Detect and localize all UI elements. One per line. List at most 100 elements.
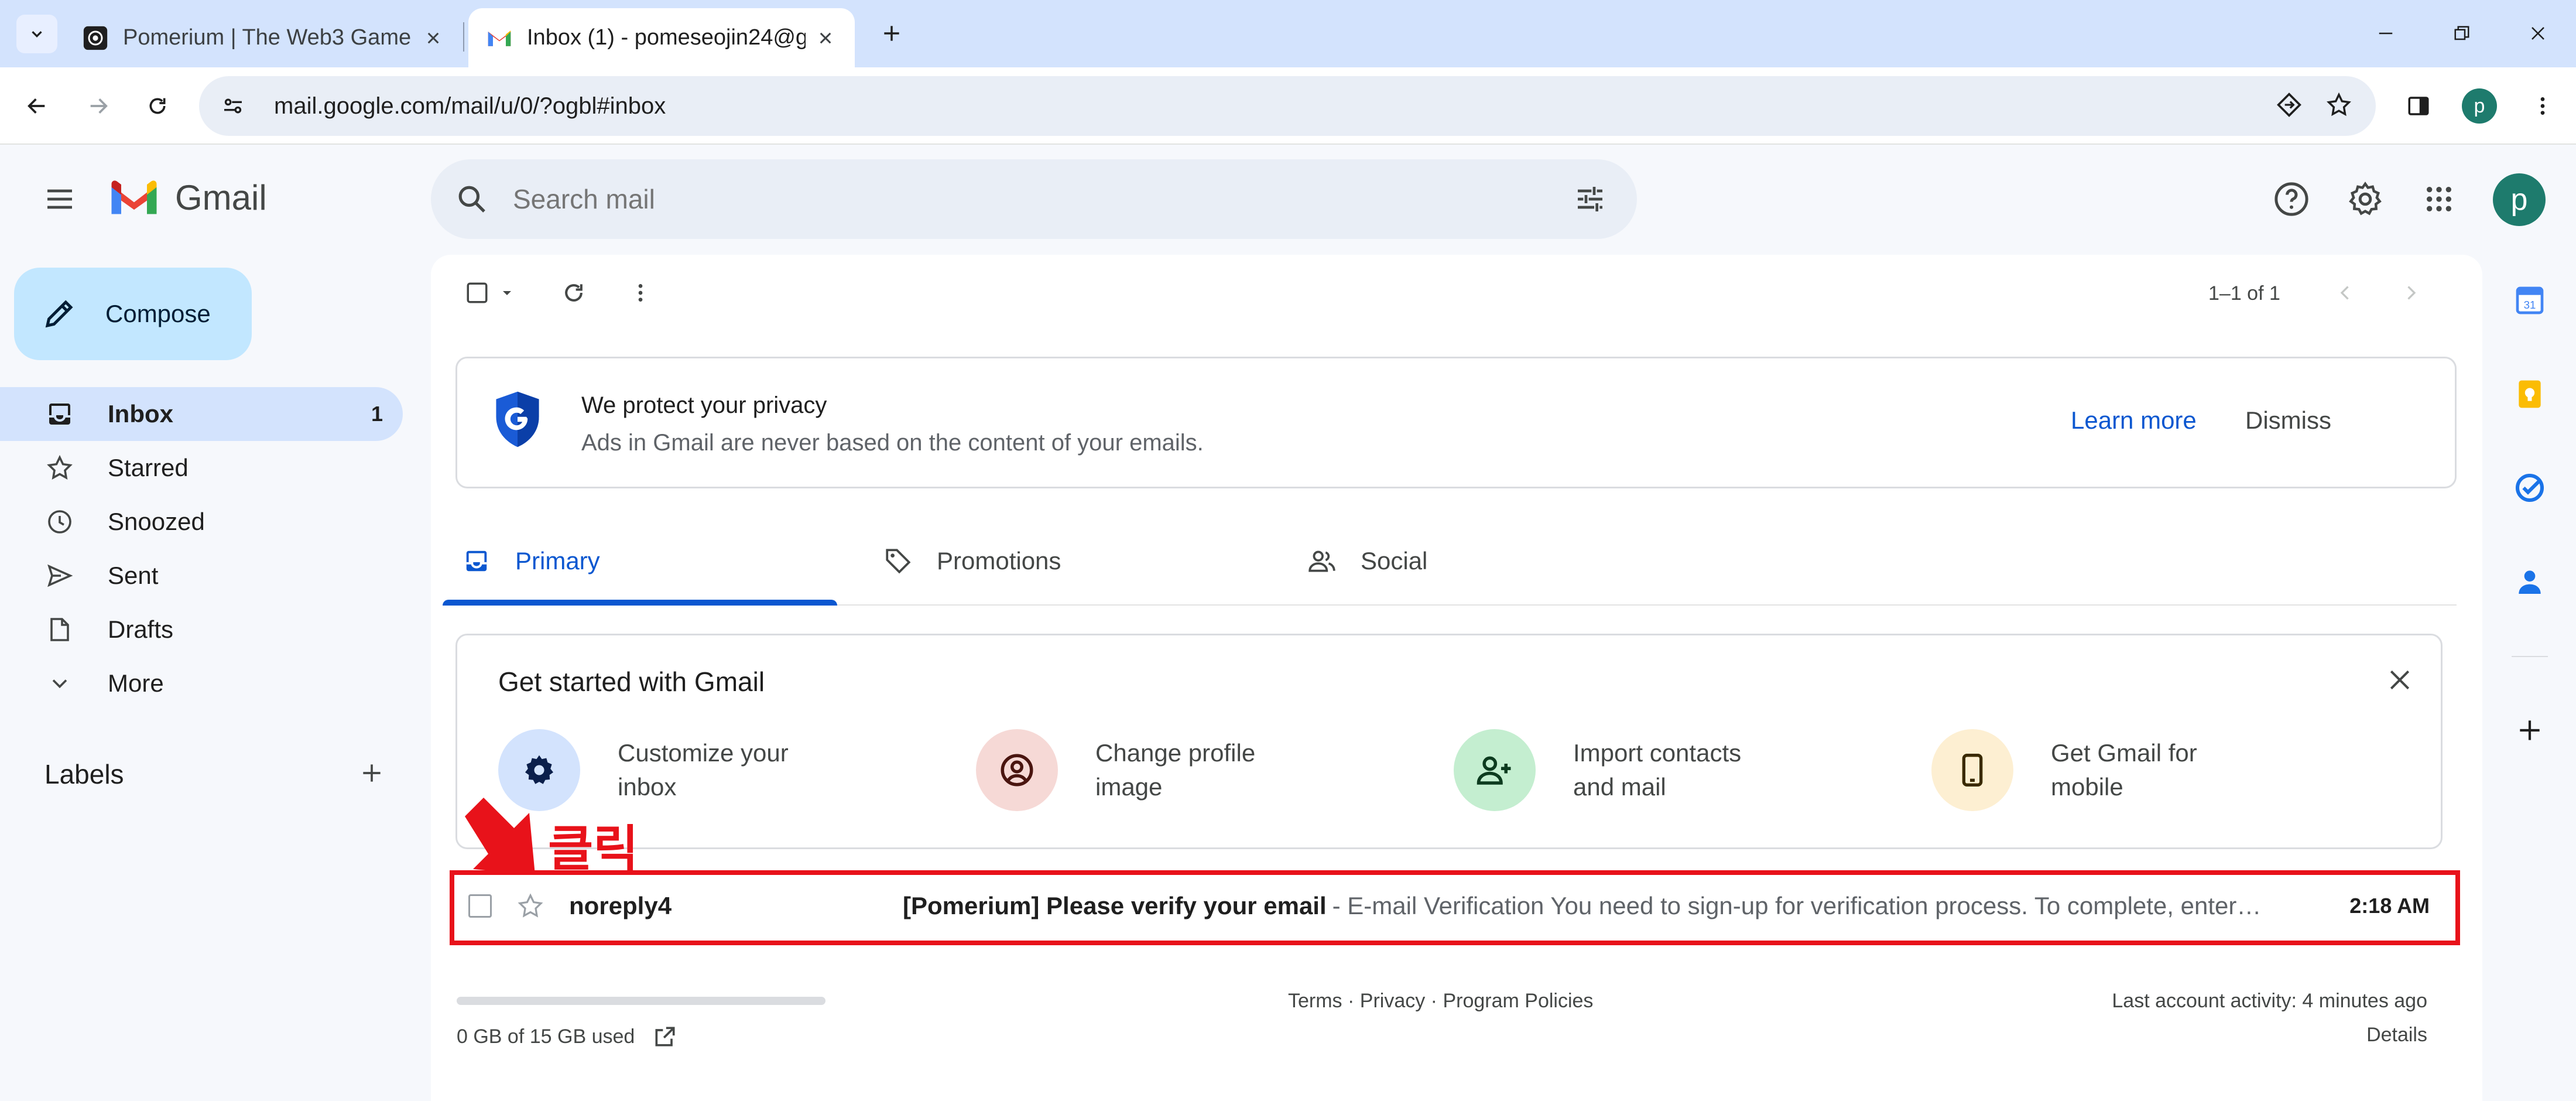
- gmail-logo[interactable]: Gmail: [108, 177, 267, 218]
- older-button[interactable]: [2393, 275, 2428, 310]
- tab-primary[interactable]: Primary: [459, 515, 600, 607]
- select-all-checkbox[interactable]: [457, 275, 498, 310]
- hamburger-icon: [47, 189, 72, 209]
- compose-label: Compose: [105, 300, 211, 327]
- customize-inbox-item[interactable]: Customize your inbox: [498, 729, 828, 811]
- browser-tab-pomerium[interactable]: Pomerium | The Web3 Game P ×: [64, 8, 463, 67]
- details-link[interactable]: Details: [2366, 1024, 2427, 1047]
- sidebar-item-snoozed[interactable]: Snoozed: [0, 495, 403, 549]
- get-started-label: Get Gmail for mobile: [2051, 736, 2262, 804]
- minimize-button[interactable]: [2359, 13, 2412, 54]
- bookmark-star-icon[interactable]: [2325, 91, 2352, 121]
- label-line: inbox: [618, 773, 677, 801]
- browser-tab-inbox[interactable]: Inbox (1) - pomeseojin24@gm ×: [468, 8, 855, 67]
- plus-icon: [363, 764, 381, 782]
- email-row[interactable]: noreply4 [Pomerium] Please verify your e…: [451, 869, 2459, 943]
- support-button[interactable]: [2268, 176, 2315, 223]
- sidebar-item-label: Sent: [108, 562, 159, 589]
- dismiss-button[interactable]: Dismiss: [2245, 406, 2331, 435]
- back-button[interactable]: [18, 87, 56, 125]
- tasks-app-icon[interactable]: [2509, 467, 2550, 508]
- keep-app-icon[interactable]: [2509, 374, 2550, 415]
- sidebar-item-drafts[interactable]: Drafts: [0, 603, 403, 657]
- account-avatar[interactable]: p: [2493, 173, 2546, 226]
- browser-menu-button[interactable]: [2523, 87, 2562, 125]
- refresh-button[interactable]: [556, 275, 591, 310]
- restore-button[interactable]: [2435, 13, 2488, 54]
- search-icon[interactable]: [448, 176, 495, 223]
- tab-social[interactable]: Social: [1304, 515, 1427, 607]
- sidebar-item-starred[interactable]: Starred: [0, 441, 403, 495]
- get-started-label: Import contacts and mail: [1573, 736, 1784, 804]
- browser-toolbar: mail.google.com/mail/u/0/?ogbl#inbox p: [0, 67, 2576, 145]
- close-tab-icon[interactable]: ×: [814, 24, 837, 52]
- close-get-started-button[interactable]: [2381, 661, 2419, 699]
- tab-title: Inbox (1) - pomeseojin24@gm: [527, 25, 806, 50]
- svg-text:31: 31: [2524, 299, 2536, 311]
- gmail-m-icon: [111, 180, 157, 214]
- tab-label: Primary: [515, 547, 600, 575]
- back-arrow-icon: [28, 98, 45, 114]
- row-checkbox[interactable]: [468, 894, 492, 918]
- get-started-title: Get started with Gmail: [498, 666, 765, 697]
- annotation-label: 클릭: [548, 820, 639, 877]
- email-sender: noreply4: [569, 892, 672, 919]
- calendar-app-icon[interactable]: 31: [2509, 280, 2550, 321]
- site-settings-icon[interactable]: [217, 90, 249, 122]
- close-icon: [2532, 27, 2544, 40]
- more-vert-icon: [638, 284, 643, 302]
- close-window-button[interactable]: [2512, 13, 2564, 54]
- restore-icon: [2454, 26, 2469, 40]
- search-options-icon[interactable]: [1567, 176, 1614, 223]
- side-panel-icon: [2408, 97, 2429, 115]
- close-tab-icon[interactable]: ×: [422, 24, 445, 52]
- forward-button[interactable]: [79, 87, 118, 125]
- address-bar[interactable]: mail.google.com/mail/u/0/?ogbl#inbox: [199, 76, 2376, 136]
- active-tab-indicator: [443, 600, 837, 606]
- select-dropdown-button[interactable]: [495, 278, 519, 307]
- translate-icon[interactable]: [2276, 92, 2302, 121]
- email-subject: [Pomerium] Please verify your email: [903, 892, 1327, 919]
- label-line: image: [1095, 773, 1163, 801]
- sidebar-item-more[interactable]: More: [0, 657, 403, 710]
- side-panel-button[interactable]: [2399, 87, 2438, 125]
- new-tab-button[interactable]: [871, 13, 912, 54]
- google-apps-button[interactable]: [2416, 176, 2462, 223]
- pomerium-favicon-icon: [82, 25, 109, 52]
- compose-button[interactable]: Compose: [14, 268, 252, 360]
- url-text[interactable]: mail.google.com/mail/u/0/?ogbl#inbox: [274, 93, 2276, 119]
- star-icon[interactable]: [515, 891, 546, 921]
- tab-promotions[interactable]: Promotions: [881, 515, 1061, 607]
- browser-profile-avatar[interactable]: p: [2462, 88, 2497, 124]
- sidebar-item-inbox[interactable]: Inbox 1: [0, 387, 403, 441]
- chevron-down-icon: [42, 666, 77, 701]
- external-link-icon[interactable]: [652, 1024, 678, 1049]
- tab-search-button[interactable]: [16, 15, 57, 53]
- google-shield-icon: [496, 391, 539, 447]
- smartphone-icon: [1931, 729, 2013, 811]
- chevron-right-icon: [2407, 286, 2416, 300]
- import-contacts-item[interactable]: Import contacts and mail: [1454, 729, 1784, 811]
- get-addons-button[interactable]: [2509, 710, 2550, 751]
- get-gmail-mobile-item[interactable]: Get Gmail for mobile: [1931, 729, 2262, 811]
- contacts-app-icon[interactable]: [2509, 561, 2550, 602]
- settings-button[interactable]: [2342, 176, 2389, 223]
- forward-arrow-icon: [90, 98, 108, 114]
- search-input[interactable]: [513, 183, 1567, 215]
- main-menu-button[interactable]: [36, 176, 83, 223]
- gear-icon: [2349, 182, 2382, 216]
- label-line: Change profile: [1095, 739, 1256, 767]
- search-bar[interactable]: [431, 159, 1637, 239]
- learn-more-link[interactable]: Learn more: [2071, 406, 2197, 435]
- create-label-button[interactable]: [351, 753, 392, 794]
- label-line: and mail: [1573, 773, 1666, 801]
- footer-links[interactable]: Terms · Privacy · Program Policies: [1288, 990, 1593, 1013]
- newer-button[interactable]: [2328, 275, 2363, 310]
- reload-button[interactable]: [138, 87, 177, 125]
- tab-separator: [463, 22, 464, 52]
- change-profile-image-item[interactable]: Change profile image: [976, 729, 1306, 811]
- send-icon: [42, 558, 77, 593]
- get-started-card: Get started with Gmail Customize your in…: [455, 634, 2443, 849]
- sidebar-item-sent[interactable]: Sent: [0, 549, 403, 603]
- more-actions-button[interactable]: [623, 275, 658, 310]
